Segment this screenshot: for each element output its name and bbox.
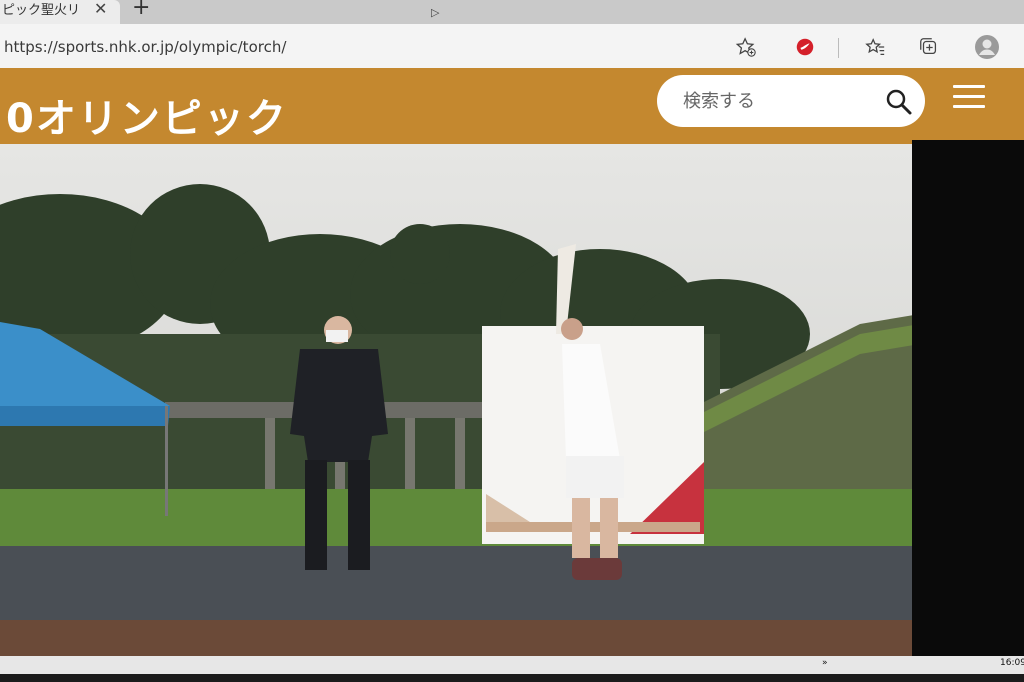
toolbar-divider [838, 38, 839, 58]
site-header: 0オリンピック [0, 68, 1024, 156]
favorites-icon[interactable] [864, 36, 886, 58]
clock[interactable]: 16:09 [1000, 658, 1024, 668]
tab-strip: ピック聖火リレ ✕ + ▷ [0, 0, 1024, 24]
profile-avatar-icon[interactable] [974, 34, 1000, 60]
new-tab-button[interactable]: + [132, 0, 150, 20]
tab-title: ピック聖火リレ [2, 3, 82, 18]
close-tab-icon[interactable]: ✕ [94, 0, 107, 19]
mouse-cursor-icon: ▷ [431, 6, 440, 19]
add-favorite-icon[interactable] [735, 36, 757, 58]
search-icon[interactable] [885, 88, 913, 116]
browser-tab[interactable]: ピック聖火リレ ✕ [0, 0, 120, 24]
hamburger-menu-icon[interactable] [953, 85, 985, 111]
video-frame [0, 144, 920, 656]
tray-chevron-icon[interactable]: » [822, 658, 828, 668]
taskbar-strip [0, 674, 1024, 682]
collections-icon[interactable] [918, 36, 940, 58]
video-player[interactable] [0, 144, 920, 656]
taskbar: » 16:09 [0, 656, 1024, 682]
search-box[interactable] [657, 75, 925, 127]
video-letterbox [912, 140, 1024, 656]
address-bar: https://sports.nhk.or.jp/olympic/torch/ [0, 24, 1024, 69]
site-logo[interactable]: 0オリンピック [6, 86, 288, 144]
url-field[interactable]: https://sports.nhk.or.jp/olympic/torch/ [4, 38, 286, 56]
search-input[interactable] [681, 85, 875, 117]
extension-icon[interactable] [794, 36, 816, 58]
